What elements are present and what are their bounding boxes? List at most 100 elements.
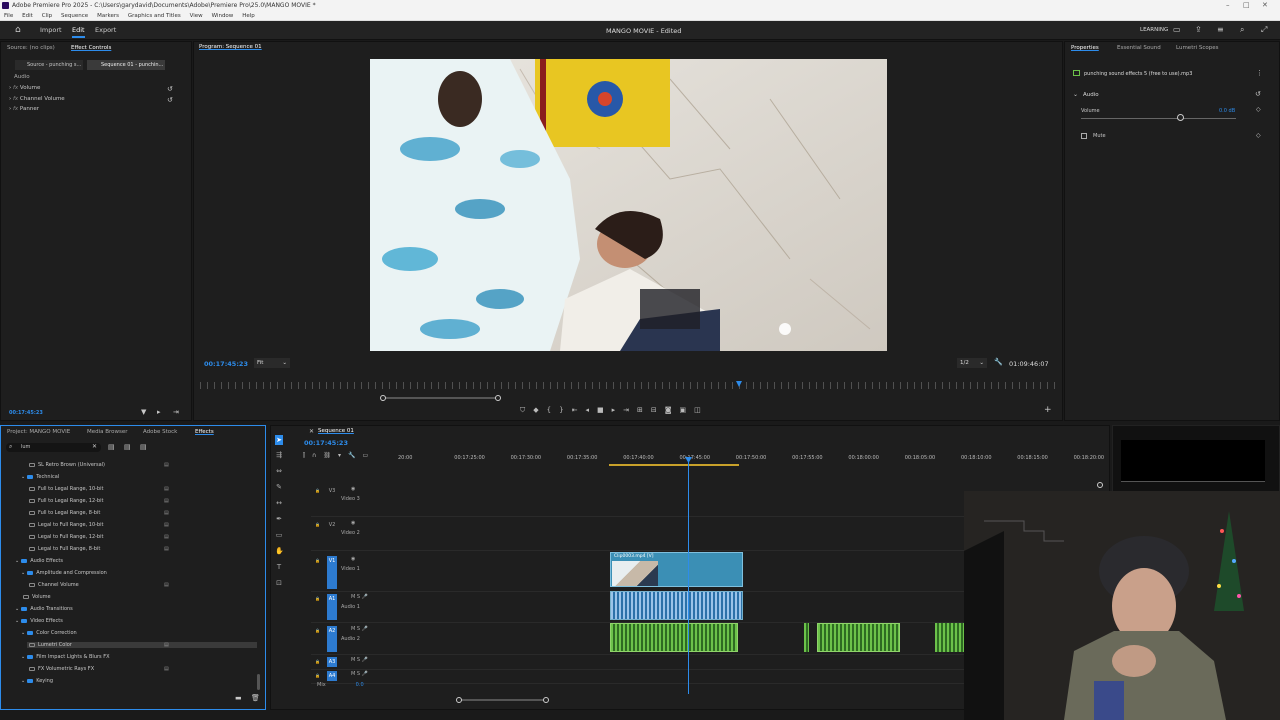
slip-tool-icon[interactable]: ↔ <box>275 499 283 507</box>
stop-icon[interactable]: ■ <box>597 406 612 414</box>
program-timecode[interactable]: 00:17:45:23 <box>204 360 248 368</box>
audio-clip-a2-4[interactable] <box>935 623 965 652</box>
program-tab[interactable]: Program: Sequence 01 <box>199 42 262 52</box>
close-tab-icon[interactable]: ✕ <box>309 428 314 435</box>
mark-in-icon[interactable]: { <box>547 406 559 414</box>
track-id[interactable]: A1 <box>327 594 337 620</box>
mute-icon[interactable]: M S 🎤 <box>351 657 368 663</box>
button-editor-icon[interactable]: ◫ <box>694 406 709 414</box>
lock-icon[interactable]: 🔒 <box>315 659 320 664</box>
type-tool-icon[interactable]: T <box>275 563 283 571</box>
effects-folder[interactable]: ⌄ Video Effects <box>15 618 63 624</box>
chevron-down-icon[interactable]: ⌄ <box>15 558 19 564</box>
zoom-handle-left[interactable] <box>380 395 386 401</box>
scroll-handle-left[interactable] <box>456 697 462 703</box>
export-icon[interactable]: ⇥ <box>173 408 179 416</box>
pen-tool-icon[interactable]: ✒ <box>275 515 283 523</box>
chevron-down-icon[interactable]: ⌄ <box>21 678 25 684</box>
settings-icon[interactable]: 🔧 <box>348 452 362 459</box>
menu-window[interactable]: Window <box>212 13 234 19</box>
mix-value[interactable]: 0.0 <box>356 682 364 688</box>
track-header[interactable]: 🔒 A2 M S 🎤 Audio 2 <box>315 626 395 654</box>
menu-markers[interactable]: Markers <box>97 13 119 19</box>
chevron-down-icon[interactable]: ⌄ <box>21 474 25 480</box>
track-id[interactable]: A2 <box>327 626 337 652</box>
lift-icon[interactable]: ⊞ <box>637 406 651 414</box>
selection-tool-icon[interactable]: ➤ <box>275 435 283 445</box>
lock-icon[interactable]: 🔒 <box>315 628 320 633</box>
effect-item[interactable]: Legal to Full Range, 12-bit <box>27 534 103 540</box>
effect-item[interactable]: Full to Legal Range, 12-bit <box>27 498 103 504</box>
mark-out-icon[interactable]: } <box>559 406 571 414</box>
mute-icon[interactable]: M S 🎤 <box>351 594 368 600</box>
effect-item[interactable]: Channel Volume <box>27 582 79 588</box>
track-id[interactable]: A4 <box>327 671 337 681</box>
effect-controls-timecode[interactable]: 00:17:45:23 <box>9 410 43 416</box>
menu-clip[interactable]: Clip <box>42 13 52 19</box>
zoom-handle-right[interactable] <box>495 395 501 401</box>
sequence-clip-tab[interactable]: Sequence 01 - punchin... <box>87 60 165 70</box>
volume-slider[interactable] <box>1081 118 1236 119</box>
menu-view[interactable]: View <box>190 13 203 19</box>
effects-tab[interactable]: Effects <box>195 427 214 437</box>
reset-icon[interactable]: ↺ <box>1255 90 1261 98</box>
volume-value[interactable]: 0.0 dB <box>1219 108 1235 114</box>
effect-item[interactable]: Full to Legal Range, 8-bit <box>27 510 100 516</box>
expand-chevron-icon[interactable]: › <box>9 85 11 91</box>
accelerated-effects-icon[interactable]: ▤ <box>108 443 115 451</box>
chevron-down-icon[interactable]: ⌄ <box>21 570 25 576</box>
caption-tool-icon[interactable]: ⊡ <box>275 579 283 587</box>
filter-icon[interactable]: ▼ <box>141 408 146 416</box>
audio-clip-a2[interactable] <box>610 623 738 652</box>
eye-icon[interactable]: ◉ <box>351 556 355 562</box>
effects-folder[interactable]: ⌄ Audio Transitions <box>15 606 73 612</box>
more-options-icon[interactable]: ⋮ <box>1256 69 1263 77</box>
expand-chevron-icon[interactable]: › <box>9 106 11 112</box>
video-clip[interactable]: Clip0003.mp4 [V] <box>610 552 743 587</box>
effect-item[interactable]: Volume <box>21 594 51 600</box>
expand-chevron-icon[interactable]: › <box>9 96 11 102</box>
camera-icon[interactable]: ◙ <box>665 406 680 414</box>
menu-edit[interactable]: Edit <box>22 13 33 19</box>
go-to-in-icon[interactable]: ⇤ <box>572 406 586 414</box>
delete-icon[interactable]: 🗑 <box>251 694 260 702</box>
effects-search[interactable]: ⌕ lum ✕ <box>6 443 101 452</box>
minimize-icon[interactable]: – <box>1226 0 1230 11</box>
snap-icon[interactable]: ∩ <box>312 452 323 459</box>
source-clip-tab[interactable]: Source - punching s... <box>15 60 83 70</box>
keyframe-icon[interactable]: ◇ <box>1256 132 1261 139</box>
lock-icon[interactable]: 🔒 <box>315 596 320 601</box>
new-bin-icon[interactable]: ▬ <box>235 694 242 702</box>
sequence-tab[interactable]: Sequence 01 <box>318 426 354 436</box>
effect-item[interactable]: Legal to Full Range, 10-bit <box>27 522 103 528</box>
effects-folder[interactable]: ⌄ Film Impact Lights & Blurs FX <box>21 654 110 660</box>
track-header[interactable]: 🔒 V3 ◉ Video 3 <box>315 486 395 516</box>
effect-row-channel-volume[interactable]: › fx Channel Volume <box>9 96 65 102</box>
zoom-scrollbar[interactable] <box>382 397 499 399</box>
track-id[interactable]: V1 <box>327 556 337 589</box>
fullscreen-icon[interactable]: ⤢ <box>1261 25 1267 35</box>
timeline-playhead[interactable] <box>688 458 689 694</box>
step-back-icon[interactable]: ◂ <box>585 406 597 414</box>
eye-icon[interactable]: ◉ <box>351 520 355 526</box>
notifications-icon[interactable]: ⌕ <box>1240 25 1244 35</box>
lock-icon[interactable]: 🔒 <box>315 558 320 563</box>
resolution-dropdown[interactable]: 1/2 ⌄ <box>957 358 987 368</box>
close-icon[interactable]: ✕ <box>1262 0 1268 11</box>
effect-item[interactable]: Legal to Full Range, 8-bit <box>27 546 100 552</box>
nav-import[interactable]: Import <box>40 26 62 34</box>
effects-folder[interactable]: ⌄ Keying <box>21 678 53 684</box>
wrench-icon[interactable]: 🔧 <box>994 358 1003 366</box>
effects-folder[interactable]: ⌄ Technical <box>21 474 59 480</box>
effect-item[interactable]: Full to Legal Range, 10-bit <box>27 486 103 492</box>
razor-tool-icon[interactable]: ✎ <box>275 483 283 491</box>
extract-icon[interactable]: ⊟ <box>651 406 665 414</box>
captions-icon[interactable]: ▭ <box>362 452 375 459</box>
essential-sound-tab[interactable]: Essential Sound <box>1117 43 1161 53</box>
effect-item[interactable]: SL Retro Brown (Universal) <box>27 462 105 468</box>
effect-controls-tab[interactable]: Effect Controls <box>71 43 111 53</box>
rectangle-tool-icon[interactable]: ▭ <box>275 531 283 539</box>
workspace-label[interactable]: LEARNING <box>1140 27 1168 33</box>
fit-dropdown[interactable]: Fit ⌄ <box>254 358 290 368</box>
workspaces-icon[interactable]: ▭ <box>1173 25 1181 34</box>
